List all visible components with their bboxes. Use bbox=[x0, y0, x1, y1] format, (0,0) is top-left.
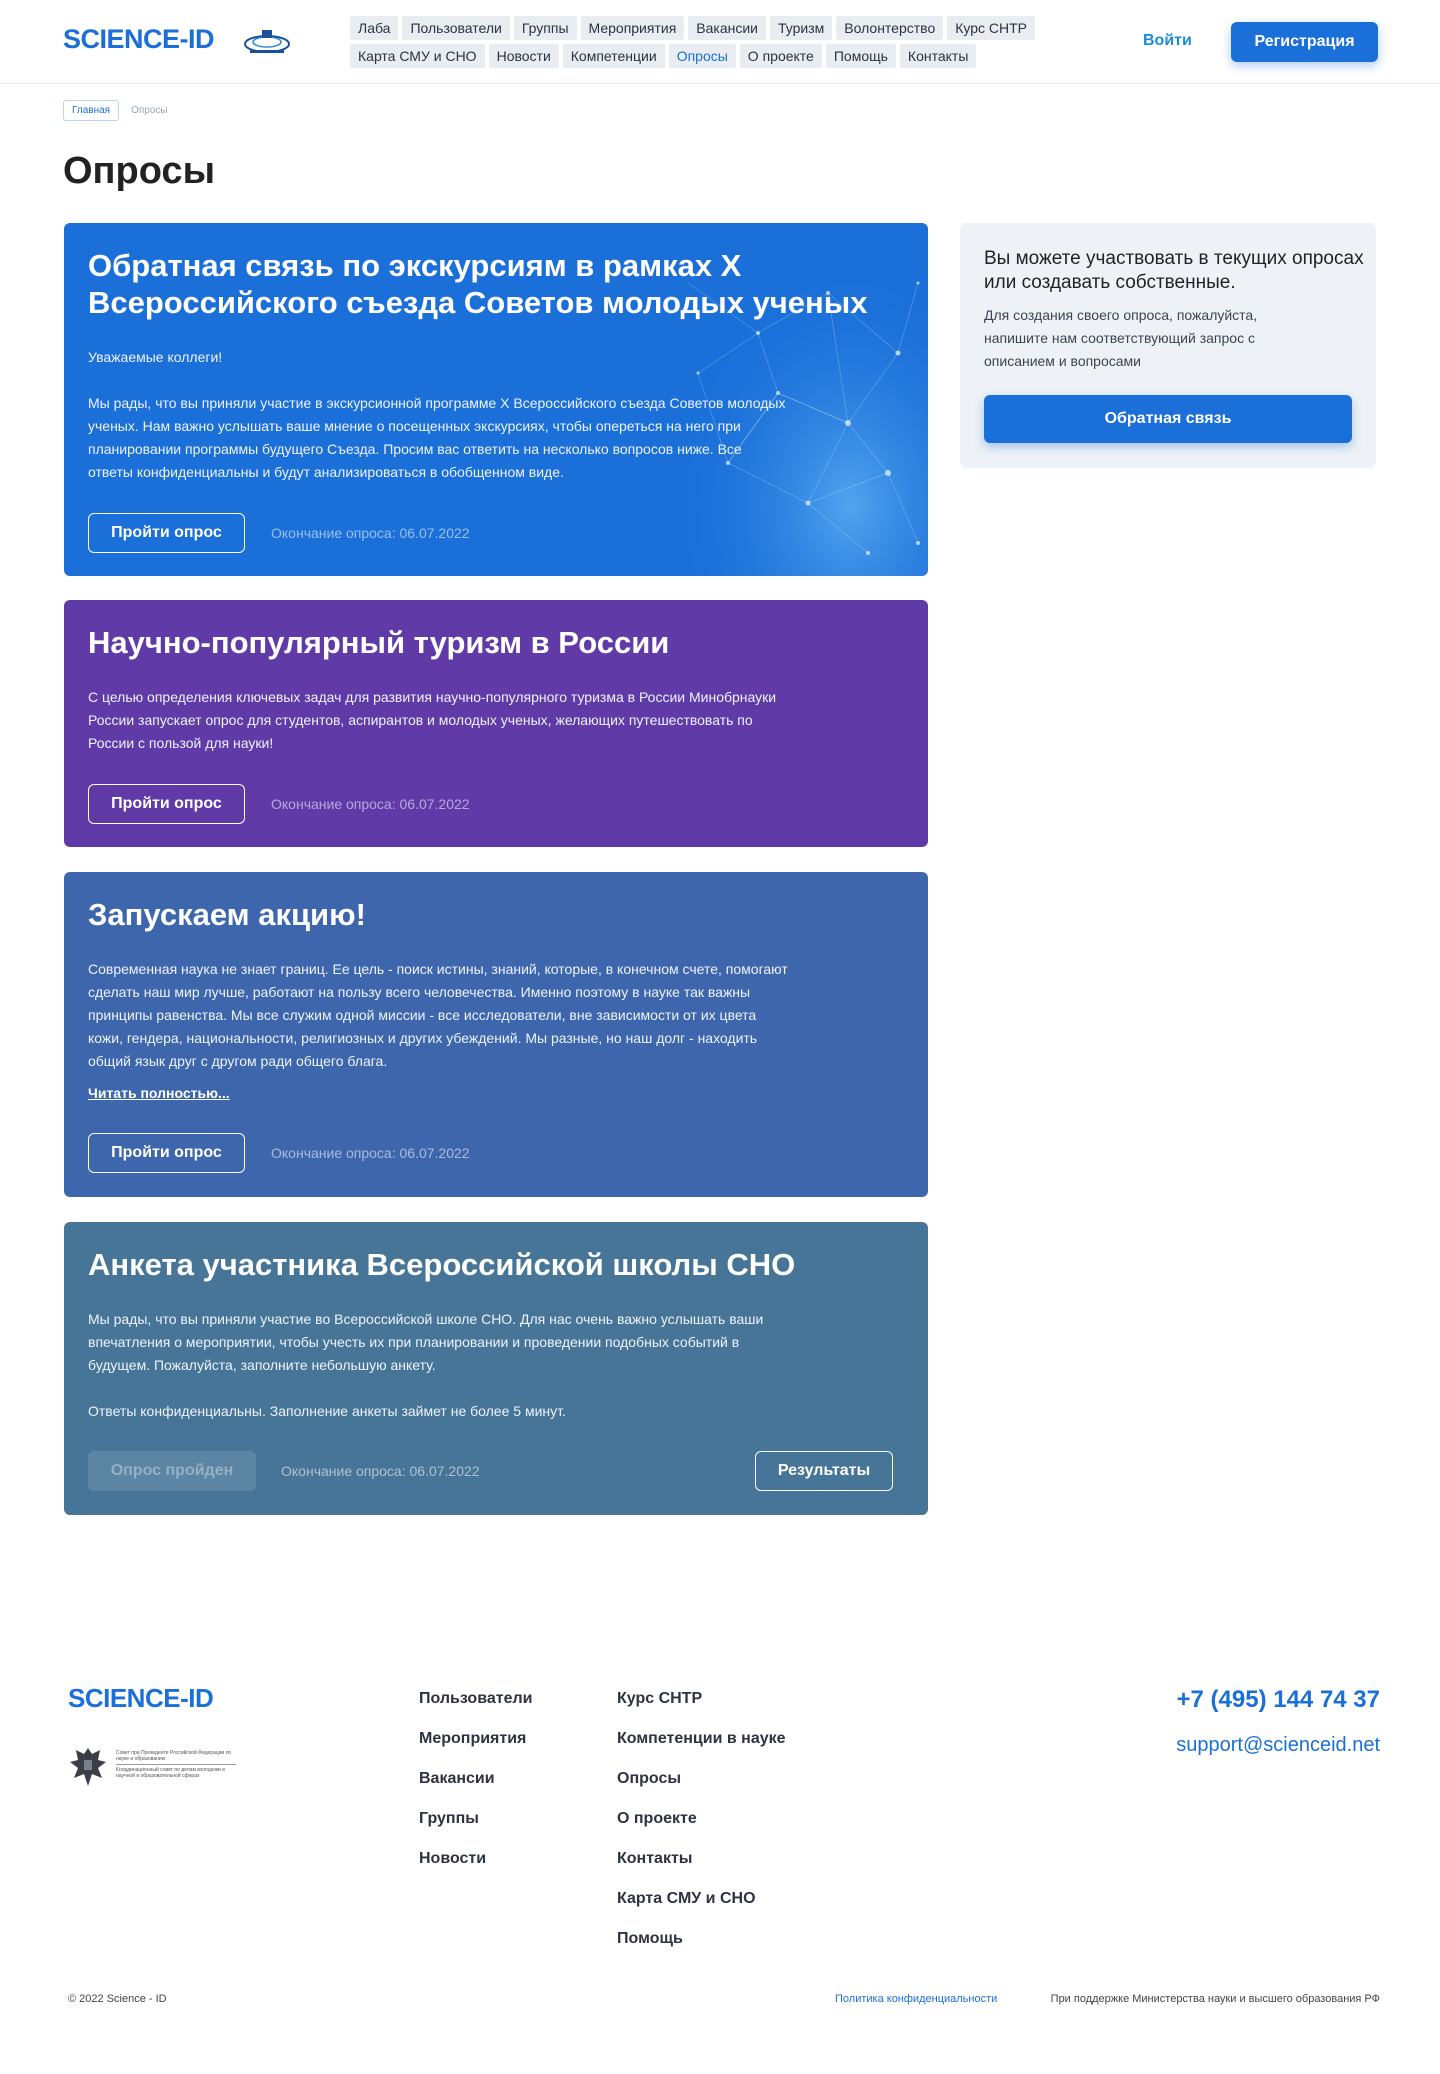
footer-link[interactable]: Контакты bbox=[617, 1850, 786, 1868]
emblem-caption: Совет при Президенте Российской Федераци… bbox=[116, 1750, 232, 1762]
footer-link[interactable]: О проекте bbox=[617, 1810, 786, 1828]
main-nav: Лаба Пользователи Группы Мероприятия Вак… bbox=[350, 16, 1070, 68]
emblem-subcaption: Координационный совет по делам молодежи … bbox=[116, 1767, 225, 1779]
poll-paragraph: Мы рады, что вы приняли участие во Всеро… bbox=[88, 1311, 764, 1373]
nav-item-competencies[interactable]: Компетенции bbox=[562, 44, 665, 68]
nav-item-contacts[interactable]: Контакты bbox=[899, 44, 977, 68]
nav-item-laba[interactable]: Лаба bbox=[350, 16, 399, 40]
nav-item-map[interactable]: Карта СМУ и СНО bbox=[350, 44, 485, 68]
nav-item-vacancies[interactable]: Вакансии bbox=[688, 16, 766, 40]
take-poll-button[interactable]: Пройти опрос bbox=[88, 1133, 245, 1173]
footer-link[interactable]: Курс СНТР bbox=[617, 1690, 786, 1708]
poll-title: Научно-популярный туризм в России bbox=[88, 625, 670, 660]
footer-link[interactable]: Компетенции в науке bbox=[617, 1730, 786, 1748]
poll-deadline: Окончание опроса: 06.07.2022 bbox=[271, 525, 470, 541]
nav-item-users[interactable]: Пользователи bbox=[402, 16, 510, 40]
nav-item-groups[interactable]: Группы bbox=[513, 16, 577, 40]
footer-link[interactable]: Мероприятия bbox=[419, 1730, 532, 1748]
footer-links-col2: Курс СНТР Компетенции в науке Опросы О п… bbox=[617, 1690, 786, 1948]
poll-info-sidebar: Вы можете участвовать в текущих опросах … bbox=[960, 223, 1376, 468]
take-poll-button[interactable]: Пройти опрос bbox=[88, 784, 245, 824]
footer-link[interactable]: Группы bbox=[419, 1810, 532, 1828]
poll-description: С целью определения ключевых задач для р… bbox=[88, 686, 788, 755]
poll-card: Запускаем акцию! Современная наука не зн… bbox=[64, 872, 928, 1197]
footer-link[interactable]: Вакансии bbox=[419, 1770, 532, 1788]
poll-card: Анкета участника Всероссийской школы СНО… bbox=[64, 1222, 928, 1515]
poll-deadline: Окончание опроса: 06.07.2022 bbox=[271, 1145, 470, 1161]
poll-paragraph: Современная наука не знает границ. Ее це… bbox=[88, 961, 788, 1069]
breadcrumb: Главная Опросы bbox=[63, 100, 168, 121]
breadcrumb-current: Опросы bbox=[131, 105, 168, 116]
poll-card: Обратная связь по экскурсиям в рамках X … bbox=[64, 223, 928, 576]
footer-link[interactable]: Помощь bbox=[617, 1930, 786, 1948]
footer-support-text: При поддержке Министерства науки и высше… bbox=[1050, 1993, 1380, 2005]
nav-item-help[interactable]: Помощь bbox=[825, 44, 896, 68]
results-button[interactable]: Результаты bbox=[755, 1451, 893, 1491]
poll-title: Анкета участника Всероссийской школы СНО bbox=[88, 1247, 796, 1282]
poll-card: Научно-популярный туризм в России С цель… bbox=[64, 600, 928, 847]
poll-title: Запускаем акцию! bbox=[88, 897, 366, 932]
feedback-button[interactable]: Обратная связь bbox=[984, 395, 1352, 443]
poll-description: Современная наука не знает границ. Ее це… bbox=[88, 958, 788, 1073]
sidebar-title: Вы можете участвовать в текущих опросах … bbox=[984, 248, 1364, 293]
nav-item-tourism[interactable]: Туризм bbox=[770, 16, 833, 40]
login-link[interactable]: Войти bbox=[1143, 32, 1192, 50]
footer-phone[interactable]: +7 (495) 144 74 37 bbox=[1177, 1686, 1381, 1714]
register-button[interactable]: Регистрация bbox=[1231, 22, 1378, 62]
footer-link[interactable]: Пользователи bbox=[419, 1690, 532, 1708]
nav-item-polls[interactable]: Опросы bbox=[668, 44, 736, 68]
footer-link[interactable]: Карта СМУ и СНО bbox=[617, 1890, 786, 1908]
poll-paragraph: С целью определения ключевых задач для р… bbox=[88, 689, 777, 751]
footer-emblem: Совет при Президенте Российской Федераци… bbox=[68, 1744, 236, 1790]
footer-copyright: © 2022 Science - ID bbox=[68, 1993, 167, 2005]
read-more-link[interactable]: Читать полностью... bbox=[88, 1085, 230, 1101]
footer-link[interactable]: Новости bbox=[419, 1850, 532, 1868]
sidebar-text: Для создания своего опроса, пожалуйста, … bbox=[984, 307, 1258, 369]
nav-item-volunteering[interactable]: Волонтерство bbox=[836, 16, 944, 40]
site-header: SCIENCE-ID Лаба Пользователи Группы Меро… bbox=[0, 0, 1440, 84]
poll-deadline: Окончание опроса: 06.07.2022 bbox=[281, 1463, 480, 1479]
nav-item-news[interactable]: Новости bbox=[488, 44, 559, 68]
poll-description: Мы рады, что вы приняли участие во Всеро… bbox=[88, 1308, 788, 1423]
footer-links-col1: Пользователи Мероприятия Вакансии Группы… bbox=[419, 1690, 532, 1868]
poll-deadline: Окончание опроса: 06.07.2022 bbox=[271, 796, 470, 812]
poll-paragraph: Ответы конфиденциальны. Заполнение анкет… bbox=[88, 1403, 566, 1419]
privacy-policy-link[interactable]: Политика конфиденциальности bbox=[835, 1993, 997, 2005]
footer-logo[interactable]: SCIENCE-ID bbox=[68, 1683, 214, 1714]
poll-completed-button: Опрос пройден bbox=[88, 1451, 256, 1491]
take-poll-button[interactable]: Пройти опрос bbox=[88, 513, 245, 553]
poll-paragraph: Мы рады, что вы приняли участие в экскур… bbox=[88, 395, 786, 480]
poll-title: Обратная связь по экскурсиям в рамках X … bbox=[88, 248, 868, 320]
poll-paragraph: Уважаемые коллеги! bbox=[88, 349, 223, 365]
breadcrumb-home[interactable]: Главная bbox=[63, 100, 120, 121]
footer-link[interactable]: Опросы bbox=[617, 1770, 786, 1788]
footer-email[interactable]: support@scienceid.net bbox=[1176, 1734, 1380, 1757]
page-title: Опросы bbox=[63, 150, 216, 192]
congress-badge-icon bbox=[244, 30, 290, 53]
eagle-emblem-icon bbox=[70, 1748, 106, 1786]
nav-item-course[interactable]: Курс СНТР bbox=[947, 16, 1036, 40]
nav-item-about[interactable]: О проекте bbox=[739, 44, 822, 68]
site-logo[interactable]: SCIENCE-ID bbox=[63, 24, 215, 55]
poll-description: Уважаемые коллеги! Мы рады, что вы приня… bbox=[88, 346, 788, 484]
nav-item-events[interactable]: Мероприятия bbox=[580, 16, 685, 40]
